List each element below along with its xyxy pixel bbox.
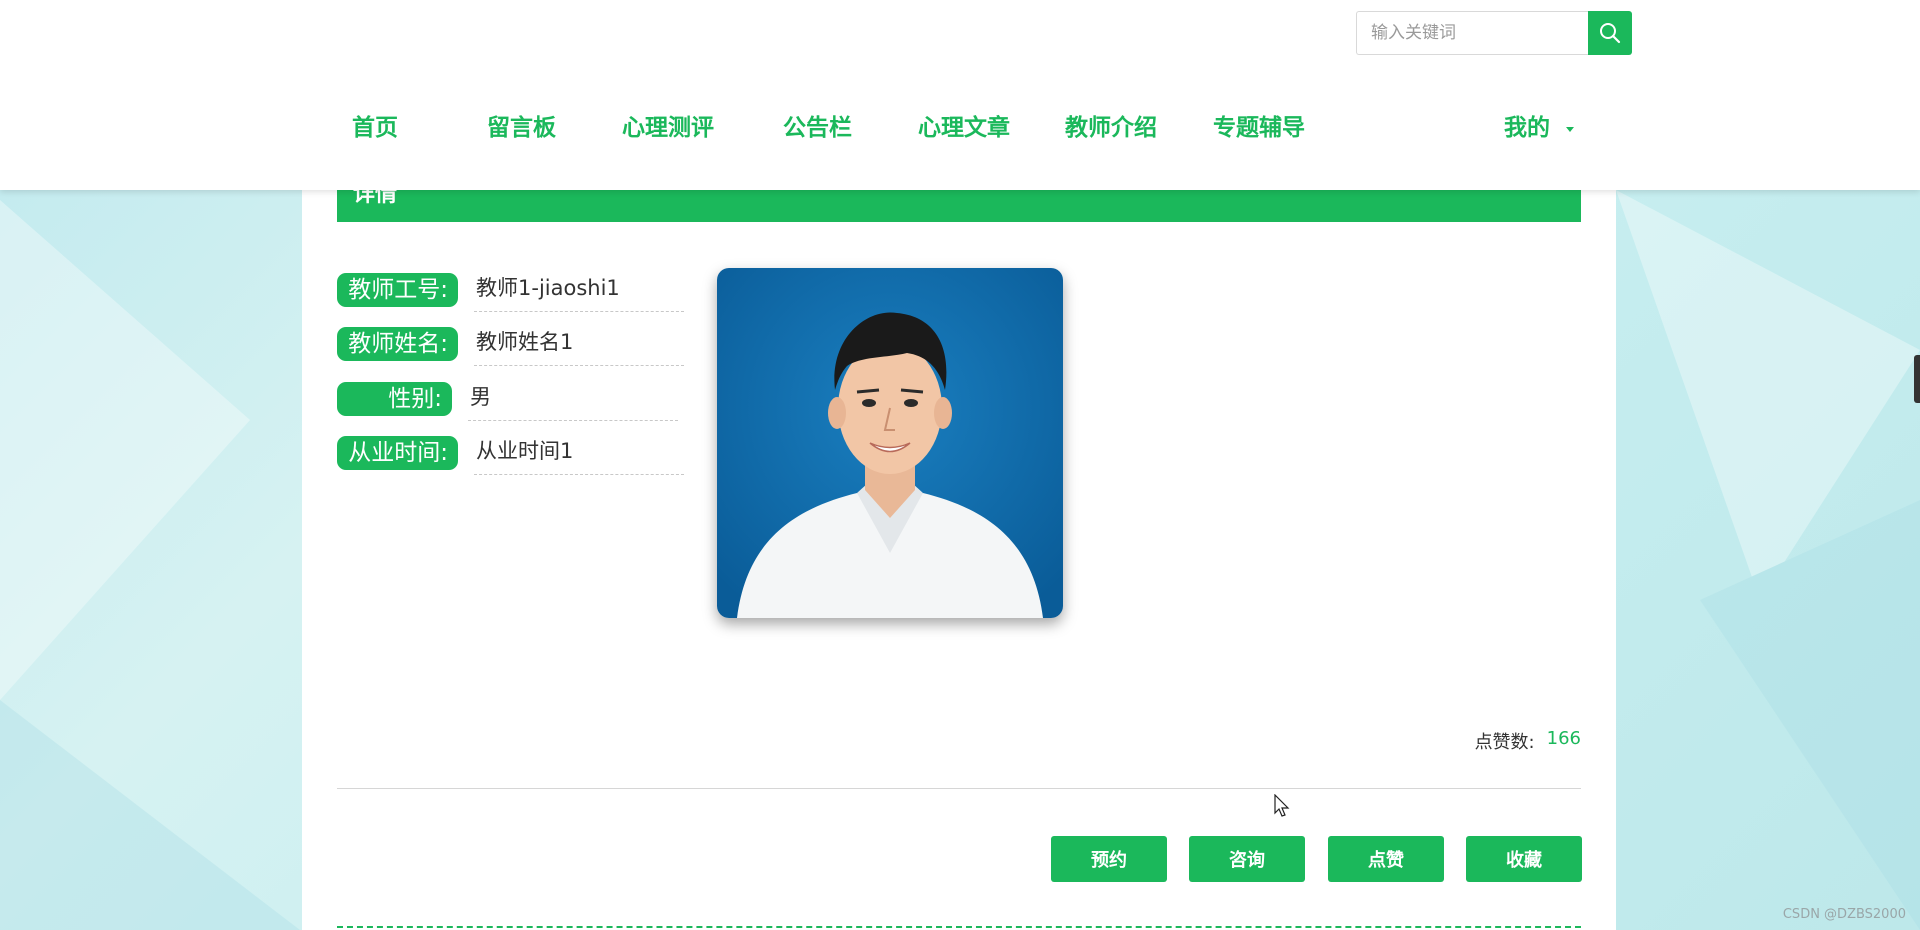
nav-mine-label: 我的: [1504, 115, 1550, 141]
detail-panel: 详情 教师工号: 教师1-jiaoshi1 教师姓名: 教师姓名1 性别: 男 …: [302, 190, 1616, 930]
teacher-photo: [717, 268, 1063, 618]
field-label: 从业时间:: [337, 436, 458, 470]
field-work-time: 从业时间: 从业时间1: [337, 431, 684, 475]
nav-psych-articles[interactable]: 心理文章: [918, 108, 1010, 148]
field-gender: 性别: 男: [337, 377, 678, 421]
nav-psych-test[interactable]: 心理测评: [622, 108, 714, 148]
field-value: 教师姓名1: [474, 322, 684, 366]
scrollbar-handle[interactable]: [1914, 355, 1920, 403]
field-teacher-name: 教师姓名: 教师姓名1: [337, 322, 684, 366]
likes-label: 点赞数:: [1474, 732, 1535, 753]
field-label: 教师姓名:: [337, 327, 458, 361]
main-nav: 首页 留言板 心理测评 公告栏 心理文章 教师介绍 专题辅导 我的: [0, 108, 1920, 148]
reserve-button[interactable]: 预约: [1051, 836, 1167, 882]
top-header: 首页 留言板 心理测评 公告栏 心理文章 教师介绍 专题辅导 我的: [0, 0, 1920, 190]
chevron-down-icon: [1566, 126, 1574, 132]
likes-info: 点赞数: 166: [1475, 728, 1581, 754]
field-value: 从业时间1: [474, 431, 684, 475]
like-button[interactable]: 点赞: [1328, 836, 1444, 882]
dashed-divider: [337, 926, 1581, 928]
field-label: 教师工号:: [337, 273, 458, 307]
mouse-cursor-icon: [1274, 794, 1290, 817]
nav-teachers[interactable]: 教师介绍: [1065, 108, 1157, 148]
favorite-button[interactable]: 收藏: [1466, 836, 1582, 882]
portrait-image: [717, 268, 1063, 618]
divider: [337, 788, 1581, 789]
consult-button[interactable]: 咨询: [1189, 836, 1305, 882]
field-value: 男: [468, 377, 678, 421]
nav-message-board[interactable]: 留言板: [487, 108, 556, 148]
field-teacher-id: 教师工号: 教师1-jiaoshi1: [337, 268, 684, 312]
search-bar: [1356, 11, 1632, 55]
field-value: 教师1-jiaoshi1: [474, 268, 684, 312]
detail-header: 详情: [337, 190, 1581, 222]
nav-topic-counseling[interactable]: 专题辅导: [1213, 108, 1305, 148]
nav-home[interactable]: 首页: [352, 108, 398, 148]
nav-bulletin[interactable]: 公告栏: [783, 108, 852, 148]
field-label: 性别:: [337, 382, 452, 416]
watermark: CSDN @DZBS2000: [1782, 907, 1906, 922]
search-icon: [1600, 23, 1621, 44]
likes-count: 166: [1546, 728, 1581, 749]
nav-mine-dropdown[interactable]: 我的: [1504, 108, 1574, 148]
search-button[interactable]: [1588, 11, 1632, 55]
search-input[interactable]: [1356, 11, 1588, 55]
